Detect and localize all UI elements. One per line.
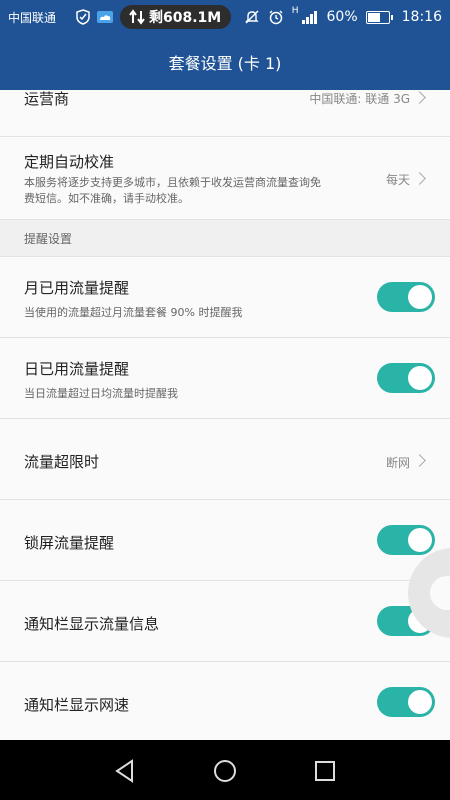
lockscreen-reminder-toggle[interactable] — [377, 525, 435, 555]
row-carrier-title: 运营商 — [24, 90, 70, 108]
row-lockscreen-reminder[interactable]: 锁屏流量提醒 — [0, 500, 450, 581]
row-daily-title: 日已用流量提醒 — [24, 360, 130, 378]
row-auto-calibrate-value: 每天 — [385, 173, 410, 187]
notif-speed-toggle[interactable] — [377, 687, 435, 717]
toggle-knob — [408, 366, 432, 390]
sync-icon — [129, 9, 145, 25]
row-monthly-title: 月已用流量提醒 — [24, 279, 130, 297]
signal-icon — [301, 11, 317, 24]
clock: 18:16 — [401, 9, 442, 25]
row-notif-traffic-title: 通知栏显示流量信息 — [24, 615, 160, 633]
monthly-reminder-toggle[interactable] — [377, 282, 435, 312]
row-over-limit-value: 断网 — [385, 456, 410, 470]
back-icon[interactable] — [112, 758, 138, 784]
carrier-label: 中国联通 — [8, 10, 57, 25]
row-monthly-reminder[interactable]: 月已用流量提醒 当使用的流量超过月流量套餐 90% 时提醒我 — [0, 257, 450, 338]
page-title: 套餐设置 (卡 1) — [168, 54, 282, 73]
row-over-limit[interactable]: 流量超限时 断网 — [0, 419, 450, 500]
section-header-reminder: 提醒设置 — [0, 220, 450, 257]
row-auto-calibrate[interactable]: 定期自动校准 本服务将逐步支持更多城市，且依赖于收发运营商流量查询免费短信。如不… — [0, 137, 450, 220]
navigation-bar — [0, 740, 450, 800]
row-carrier[interactable]: 运营商 中国联通: 联通 3G — [0, 90, 450, 137]
row-daily-reminder[interactable]: 日已用流量提醒 当日流量超过日均流量时提醒我 — [0, 338, 450, 419]
row-notif-traffic[interactable]: 通知栏显示流量信息 — [0, 581, 450, 662]
row-auto-calibrate-title: 定期自动校准 — [24, 153, 115, 171]
settings-list: 运营商 中国联通: 联通 3G 定期自动校准 本服务将逐步支持更多城市，且依赖于… — [0, 90, 450, 742]
battery-percent: 60% — [326, 9, 358, 25]
data-remaining-pill: 剩608.1M — [120, 5, 232, 29]
daily-reminder-toggle[interactable] — [377, 363, 435, 393]
chevron-right-icon — [413, 91, 426, 104]
weather-icon — [97, 11, 113, 23]
row-carrier-value: 中国联通: 联通 3G — [309, 92, 410, 106]
row-over-limit-title: 流量超限时 — [24, 453, 100, 471]
section-header-label: 提醒设置 — [24, 232, 73, 246]
toggle-knob — [408, 690, 432, 714]
status-icons-left — [76, 0, 114, 34]
app-bar: 套餐设置 (卡 1) — [0, 34, 450, 90]
toggle-knob — [408, 285, 432, 309]
row-monthly-desc: 当使用的流量超过月流量套餐 90% 时提醒我 — [24, 306, 243, 319]
row-daily-desc: 当日流量超过日均流量时提醒我 — [24, 387, 178, 400]
data-remaining-label: 剩608.1M — [149, 10, 222, 26]
row-notif-speed-title: 通知栏显示网速 — [24, 696, 130, 714]
home-icon[interactable] — [212, 758, 238, 784]
battery-icon — [365, 10, 393, 24]
shield-icon — [76, 9, 90, 25]
recents-icon[interactable] — [312, 758, 338, 784]
scroll-handle-ring — [430, 576, 450, 610]
alarm-icon — [269, 10, 283, 25]
status-icons-right: H 60% 18:16 — [244, 0, 442, 34]
row-lockscreen-title: 锁屏流量提醒 — [24, 534, 115, 552]
chevron-right-icon — [413, 172, 426, 185]
row-auto-calibrate-desc: 本服务将逐步支持更多城市，且依赖于收发运营商流量查询免费短信。如不准确，请手动校… — [24, 176, 321, 205]
row-notif-speed[interactable]: 通知栏显示网速 — [0, 662, 450, 742]
status-bar: 中国联通 剩608.1M H 60% 18:16 — [0, 0, 450, 34]
toggle-knob — [408, 528, 432, 552]
chevron-right-icon — [413, 454, 426, 467]
mute-icon — [245, 10, 259, 24]
signal-type: H — [291, 6, 299, 16]
